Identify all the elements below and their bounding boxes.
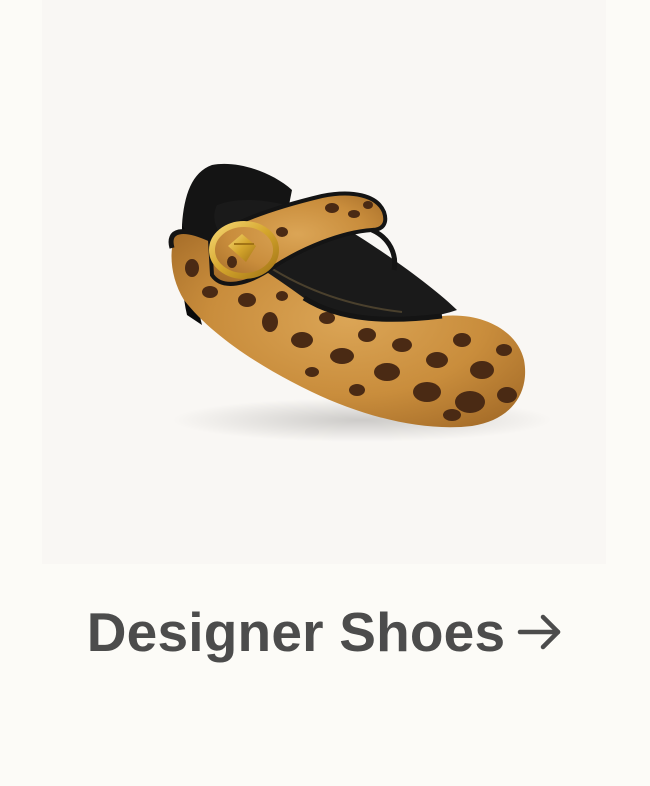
shoe-image xyxy=(168,163,552,442)
designer-shoes-link[interactable]: Designer Shoes xyxy=(0,596,650,668)
cta-label: Designer Shoes xyxy=(86,600,506,663)
product-image[interactable] xyxy=(42,0,606,564)
arrow-right-icon xyxy=(517,612,563,652)
category-card[interactable]: Designer Shoes xyxy=(0,0,650,786)
